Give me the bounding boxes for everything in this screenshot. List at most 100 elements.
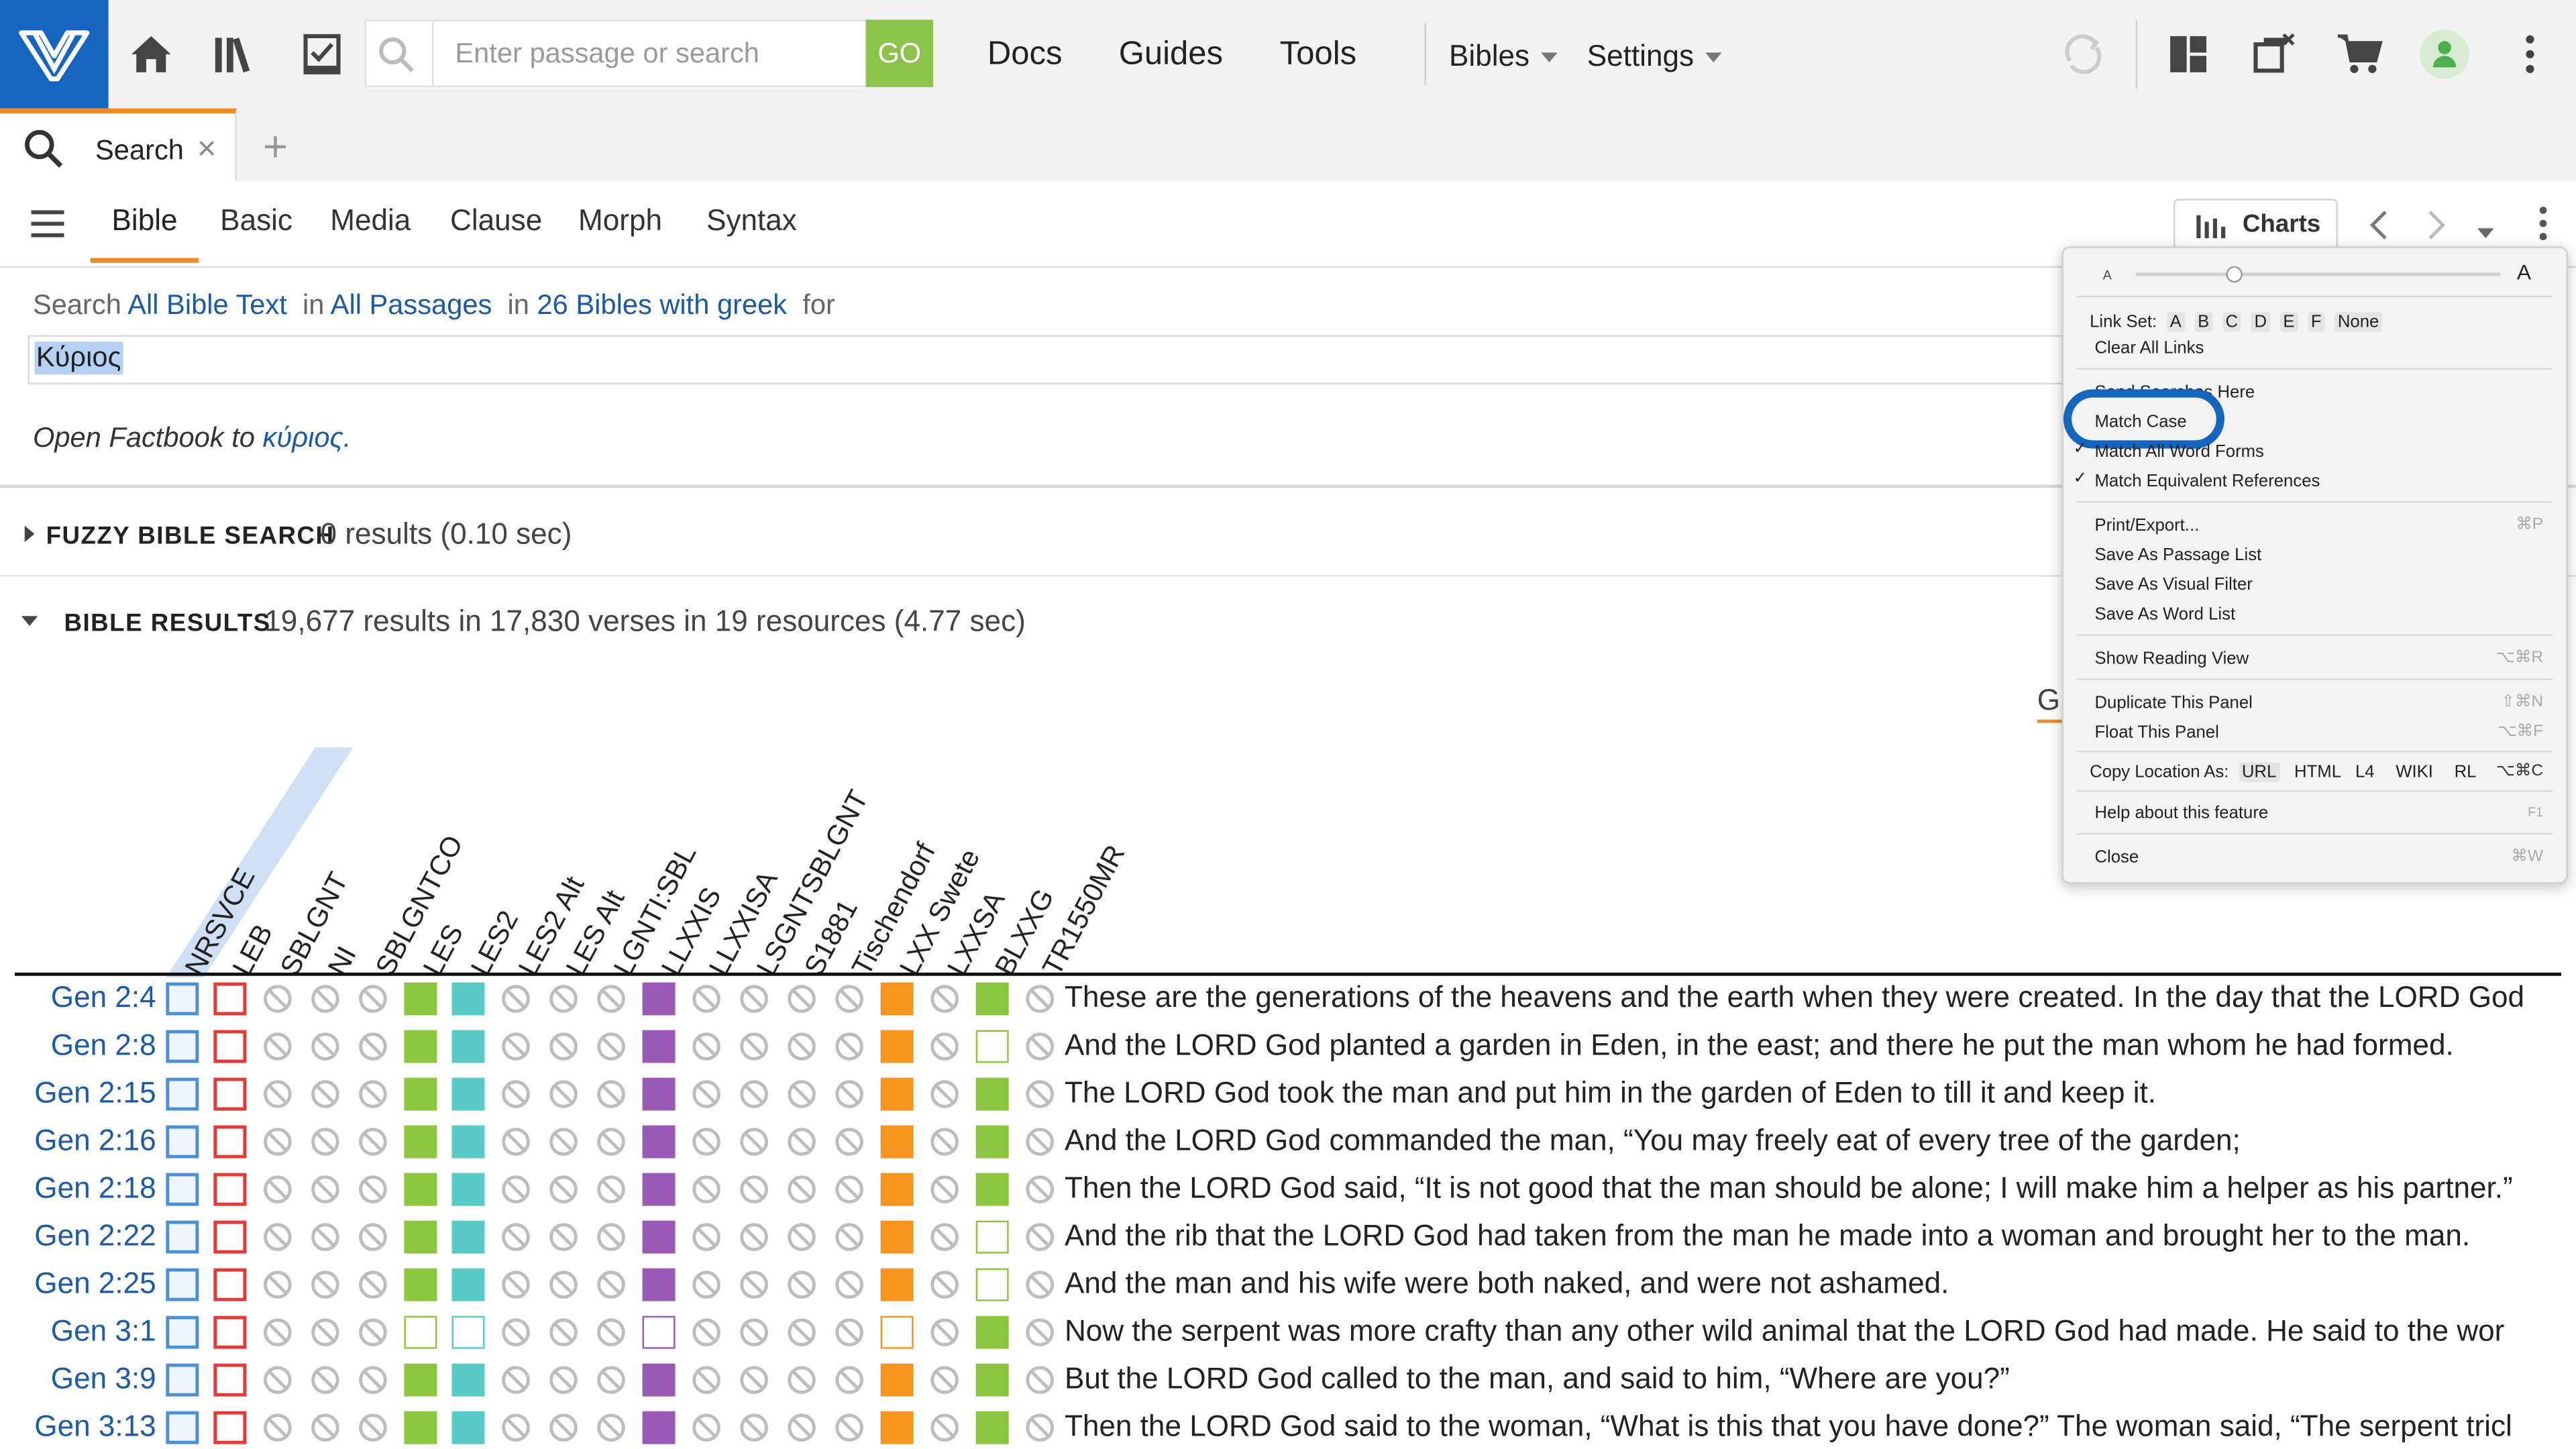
no-result-icon[interactable] <box>692 1413 721 1442</box>
link-set-c[interactable]: C <box>2222 312 2242 332</box>
tab-bible[interactable]: Bible <box>112 204 178 238</box>
no-result-icon[interactable] <box>930 1222 959 1252</box>
panel-menu-icon[interactable] <box>2536 205 2550 250</box>
result-cell-outline[interactable] <box>213 1220 247 1254</box>
chevron-left-icon[interactable] <box>2367 209 2390 250</box>
no-result-icon[interactable] <box>596 1127 626 1157</box>
font-size-slider-handle[interactable] <box>2226 266 2243 283</box>
history-dropdown-icon[interactable] <box>2476 219 2496 248</box>
no-result-icon[interactable] <box>1025 1032 1055 1061</box>
result-cell-hit[interactable] <box>404 1125 437 1159</box>
home-icon[interactable] <box>125 28 177 80</box>
no-result-icon[interactable] <box>596 1413 626 1442</box>
no-result-icon[interactable] <box>263 984 292 1014</box>
result-cell-hit[interactable] <box>880 1173 914 1206</box>
result-cell-hit[interactable] <box>642 1125 676 1159</box>
copy-wiki[interactable]: WIKI <box>2396 762 2433 782</box>
no-result-icon[interactable] <box>739 1222 769 1252</box>
save-passage-list-item[interactable]: Save As Passage List <box>2094 545 2261 565</box>
no-result-icon[interactable] <box>501 1413 531 1442</box>
result-cell-hit[interactable] <box>451 1268 485 1301</box>
no-result-icon[interactable] <box>263 1222 292 1252</box>
result-cell-hit[interactable] <box>404 982 437 1016</box>
verse-reference-link[interactable]: Gen 3:9 <box>0 1362 156 1396</box>
no-result-icon[interactable] <box>263 1127 292 1157</box>
no-result-icon[interactable] <box>549 1079 578 1109</box>
no-result-icon[interactable] <box>692 1079 721 1109</box>
collapse-triangle-icon[interactable] <box>21 616 38 627</box>
no-result-icon[interactable] <box>549 1222 578 1252</box>
no-result-icon[interactable] <box>358 984 388 1014</box>
no-result-icon[interactable] <box>1025 1365 1055 1395</box>
no-result-icon[interactable] <box>263 1365 292 1395</box>
no-result-icon[interactable] <box>549 1318 578 1347</box>
result-cell-hit[interactable] <box>404 1030 437 1063</box>
no-result-icon[interactable] <box>311 1175 340 1204</box>
result-cell-hit[interactable] <box>451 1125 485 1159</box>
bibles-link[interactable]: 26 Bibles with greek <box>537 289 788 321</box>
result-cell-outline[interactable] <box>213 1077 247 1111</box>
result-cell-outline[interactable] <box>166 1077 199 1111</box>
result-cell-hit[interactable] <box>880 1030 914 1063</box>
no-result-icon[interactable] <box>501 1175 531 1204</box>
result-cell-outline[interactable] <box>213 1173 247 1206</box>
no-result-icon[interactable] <box>549 1413 578 1442</box>
verse-reference-link[interactable]: Gen 2:8 <box>0 1028 156 1063</box>
copy-l4[interactable]: L4 <box>2355 762 2375 782</box>
no-result-icon[interactable] <box>311 1365 340 1395</box>
no-result-icon[interactable] <box>692 1127 721 1157</box>
result-cell-hit[interactable] <box>451 1173 485 1206</box>
no-result-icon[interactable] <box>739 1175 769 1204</box>
no-result-icon[interactable] <box>1025 1413 1055 1442</box>
result-cell-hit[interactable] <box>880 1125 914 1159</box>
tab-morph[interactable]: Morph <box>578 204 662 238</box>
no-result-icon[interactable] <box>835 1175 864 1204</box>
no-result-icon[interactable] <box>835 1222 864 1252</box>
result-cell-hit[interactable] <box>451 1077 485 1111</box>
no-result-icon[interactable] <box>835 984 864 1014</box>
no-result-icon[interactable] <box>311 1127 340 1157</box>
result-cell-outline[interactable] <box>166 1316 199 1349</box>
no-result-icon[interactable] <box>1025 1079 1055 1109</box>
no-result-icon[interactable] <box>263 1175 292 1204</box>
copy-url[interactable]: URL <box>2238 762 2280 782</box>
result-cell-outline[interactable] <box>166 1220 199 1254</box>
result-cell-hit[interactable] <box>451 1363 485 1397</box>
result-cell-empty[interactable] <box>451 1316 485 1349</box>
no-result-icon[interactable] <box>739 1079 769 1109</box>
no-result-icon[interactable] <box>596 1365 626 1395</box>
result-cell-hit[interactable] <box>642 1363 676 1397</box>
no-result-icon[interactable] <box>787 1175 816 1204</box>
link-set-b[interactable]: B <box>2194 312 2213 332</box>
close-item[interactable]: Close <box>2094 848 2139 867</box>
no-result-icon[interactable] <box>501 1318 531 1347</box>
help-about-feature-item[interactable]: Help about this feature <box>2094 804 2268 823</box>
no-result-icon[interactable] <box>311 1222 340 1252</box>
result-cell-hit[interactable] <box>451 1030 485 1063</box>
no-result-icon[interactable] <box>1025 1270 1055 1299</box>
no-result-icon[interactable] <box>549 1175 578 1204</box>
tools-menu[interactable]: Tools <box>1280 36 1356 74</box>
no-result-icon[interactable] <box>311 984 340 1014</box>
scope-link[interactable]: All Bible Text <box>127 289 287 321</box>
result-cell-hit[interactable] <box>642 1173 676 1206</box>
no-result-icon[interactable] <box>692 1318 721 1347</box>
no-result-icon[interactable] <box>835 1032 864 1061</box>
no-result-icon[interactable] <box>358 1318 388 1347</box>
no-result-icon[interactable] <box>739 1413 769 1442</box>
no-result-icon[interactable] <box>501 1079 531 1109</box>
no-result-icon[interactable] <box>692 1032 721 1061</box>
no-result-icon[interactable] <box>358 1413 388 1442</box>
no-result-icon[interactable] <box>596 1032 626 1061</box>
verse-reference-link[interactable]: Gen 2:4 <box>0 981 156 1015</box>
result-cell-hit[interactable] <box>880 1220 914 1254</box>
no-result-icon[interactable] <box>692 1270 721 1299</box>
result-cell-outline[interactable] <box>213 982 247 1016</box>
no-result-icon[interactable] <box>787 1079 816 1109</box>
no-result-icon[interactable] <box>549 1270 578 1299</box>
tab-basic[interactable]: Basic <box>220 204 292 238</box>
result-cell-outline[interactable] <box>213 1411 247 1444</box>
result-cell-hit[interactable] <box>880 1411 914 1444</box>
no-result-icon[interactable] <box>787 984 816 1014</box>
save-visual-filter-item[interactable]: Save As Visual Filter <box>2094 575 2252 594</box>
